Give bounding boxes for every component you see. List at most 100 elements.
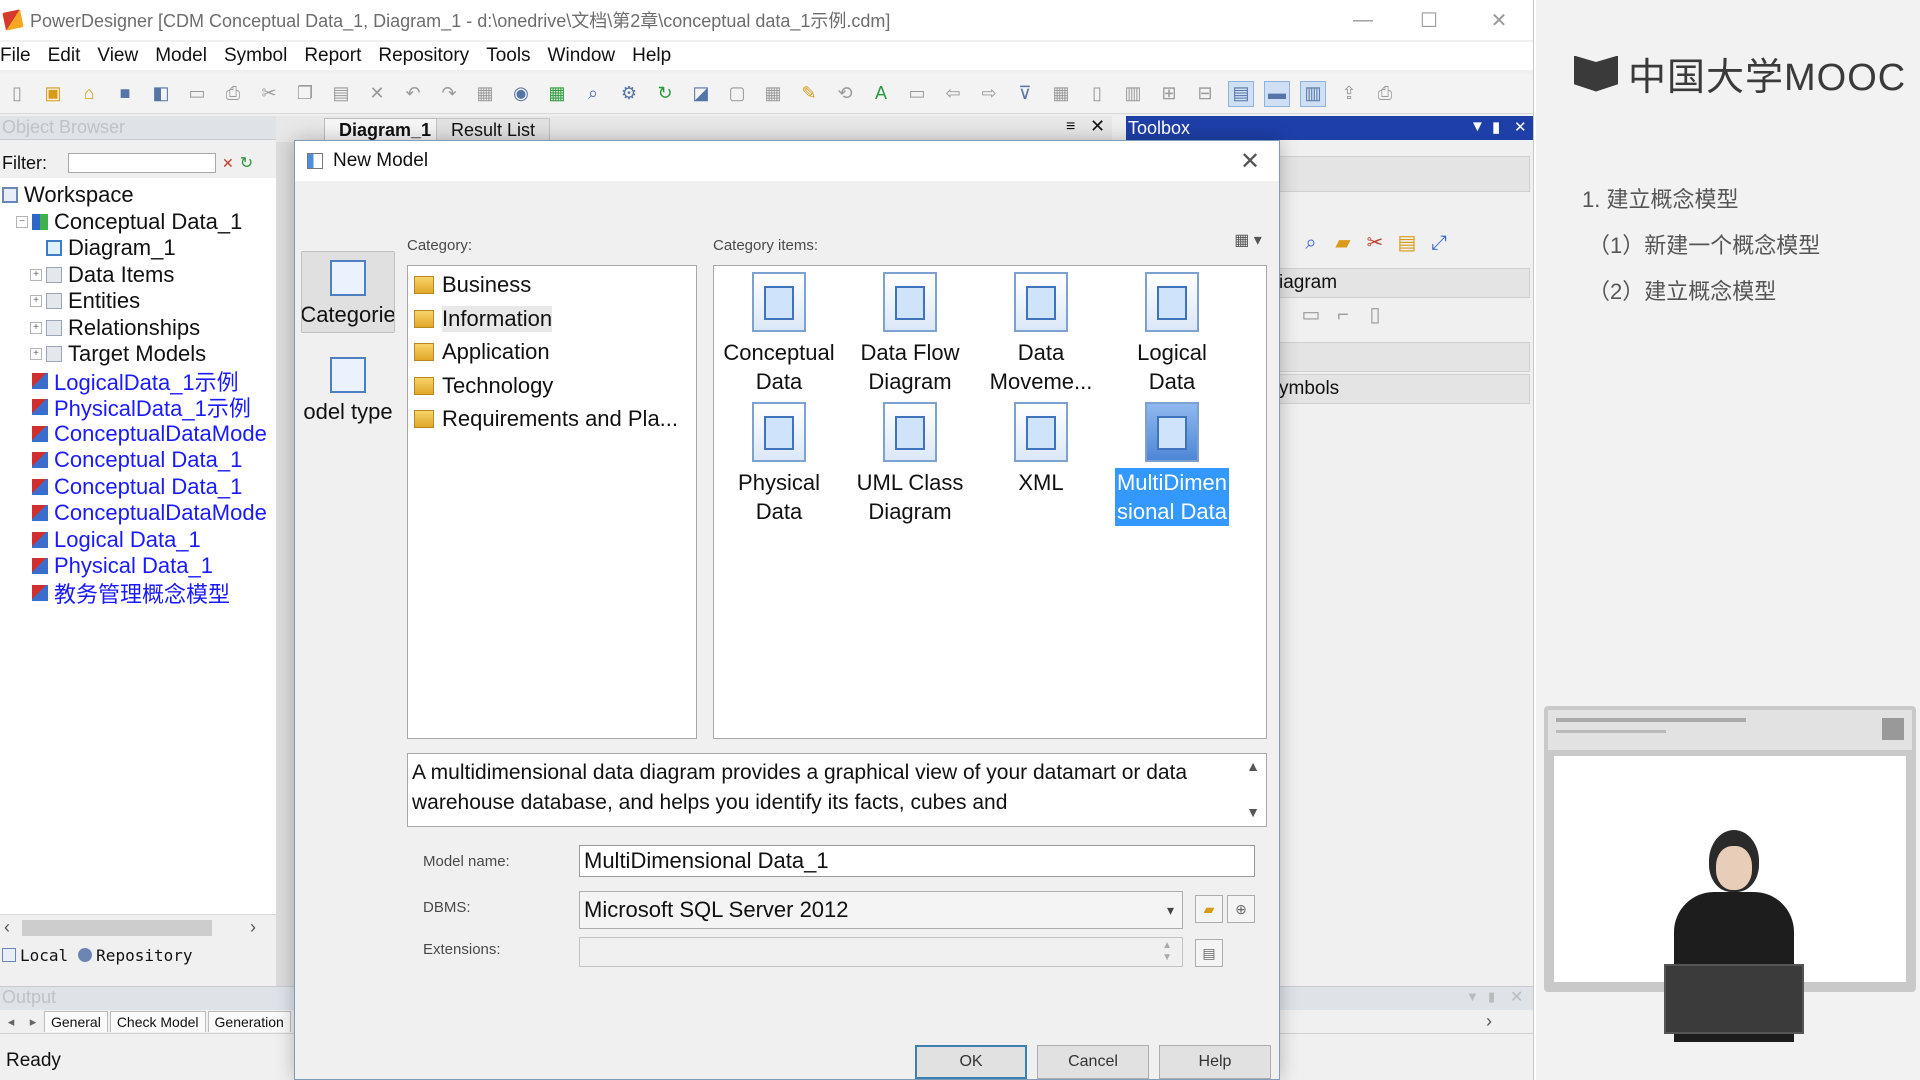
- model-type-item[interactable]: XML: [978, 402, 1104, 532]
- dbms-select[interactable]: Microsoft SQL Server 2012 ▾: [579, 891, 1183, 929]
- dialog-close-icon[interactable]: ✕: [1235, 147, 1265, 175]
- tree-item[interactable]: + Relationships: [30, 313, 200, 343]
- browse-icon[interactable]: ◉: [508, 81, 534, 107]
- toolbox-toggle-icon[interactable]: ▥: [1300, 80, 1326, 107]
- cut-tool-icon[interactable]: ✂: [1364, 232, 1386, 254]
- minimize-button[interactable]: —: [1340, 6, 1386, 34]
- dbms-properties-icon[interactable]: ⊕: [1227, 895, 1255, 923]
- tab-check-model[interactable]: Check Model: [109, 1011, 206, 1032]
- tab-repository[interactable]: Repository: [96, 946, 192, 965]
- lecture-video[interactable]: [1544, 706, 1916, 1042]
- refresh-icon[interactable]: ↻: [652, 81, 678, 107]
- category-item[interactable]: Requirements and Pla...: [414, 404, 678, 434]
- extensions-select-icon[interactable]: ▤: [1195, 939, 1223, 967]
- output-toggle-icon[interactable]: ▬: [1264, 80, 1290, 107]
- zoom-icon[interactable]: ⌕: [1300, 232, 1322, 254]
- model-type-item[interactable]: MultiDimen sional Data: [1109, 402, 1235, 532]
- link-icon[interactable]: ⤢: [1428, 232, 1450, 254]
- collapse-icon[interactable]: −: [16, 215, 28, 228]
- tree-item[interactable]: ConceptualDataMode: [16, 498, 267, 528]
- report-icon[interactable]: ◪: [688, 81, 714, 107]
- package-icon[interactable]: ▢: [724, 81, 750, 107]
- help-button[interactable]: Help: [1159, 1045, 1271, 1079]
- print-setup-icon[interactable]: ⎙: [1372, 81, 1398, 107]
- columns-icon[interactable]: ▥: [1120, 81, 1146, 107]
- toolbox-close-icon[interactable]: ✕: [1514, 118, 1527, 136]
- model-type-item[interactable]: Conceptual Data: [716, 272, 842, 402]
- export-icon[interactable]: ⇪: [1336, 81, 1362, 107]
- clipboard-tool-icon[interactable]: ▯: [1364, 304, 1386, 326]
- tree-item[interactable]: Workspace: [2, 180, 134, 210]
- menu-file[interactable]: File: [0, 45, 40, 67]
- menu-edit[interactable]: Edit: [48, 45, 90, 67]
- tree-item[interactable]: − Conceptual Data_1: [16, 207, 242, 237]
- brush-icon[interactable]: ✎: [796, 81, 822, 107]
- tree-horizontal-scrollbar[interactable]: ‹ ›: [0, 914, 276, 940]
- tab-general[interactable]: General: [44, 1011, 108, 1032]
- paste-icon[interactable]: ▤: [328, 81, 354, 107]
- maximize-button[interactable]: ☐: [1406, 6, 1452, 34]
- filter-icon[interactable]: ⊽: [1012, 81, 1038, 107]
- model-type-item[interactable]: Physical Data: [716, 402, 842, 532]
- menu-report[interactable]: Report: [304, 45, 370, 67]
- copy-icon[interactable]: ❐: [292, 81, 318, 107]
- menu-model[interactable]: Model: [155, 45, 216, 67]
- clear-filter-icon[interactable]: ✕: [222, 155, 234, 172]
- description-scroll-down-icon[interactable]: ▼: [1246, 804, 1260, 820]
- refresh-filter-icon[interactable]: ↻: [240, 153, 253, 173]
- expand-icon[interactable]: +: [30, 295, 42, 307]
- menu-help[interactable]: Help: [632, 45, 680, 67]
- check-model-icon[interactable]: ▦: [544, 81, 570, 107]
- toolbox-pin-icon[interactable]: ▮: [1492, 118, 1500, 136]
- tree-item[interactable]: + Data Items: [30, 260, 174, 290]
- grid-icon[interactable]: ▦: [760, 81, 786, 107]
- align-icon[interactable]: ▭: [904, 81, 930, 107]
- tab-generation[interactable]: Generation: [207, 1011, 291, 1032]
- category-item[interactable]: Business: [414, 270, 531, 300]
- browser-toggle-icon[interactable]: ▤: [1228, 80, 1254, 107]
- model-type-item[interactable]: UML Class Diagram: [847, 402, 973, 532]
- category-item[interactable]: Technology: [414, 371, 553, 401]
- redo-icon[interactable]: ↷: [436, 81, 462, 107]
- model-name-input[interactable]: MultiDimensional Data_1: [579, 845, 1255, 877]
- view-mode-dropdown[interactable]: ▦ ▾: [1229, 229, 1267, 251]
- menu-window[interactable]: Window: [548, 45, 625, 67]
- ok-button[interactable]: OK: [915, 1045, 1027, 1079]
- category-item[interactable]: Application: [414, 337, 550, 367]
- tree-item[interactable]: 教务管理概念模型: [16, 578, 230, 608]
- print-preview-icon[interactable]: ▭: [184, 81, 210, 107]
- tab-result-list[interactable]: Result List: [436, 118, 551, 142]
- layout-icon[interactable]: ▦: [1048, 81, 1074, 107]
- category-item[interactable]: Information: [414, 304, 553, 334]
- extensions-spin-icon[interactable]: ▲ ▼: [1162, 940, 1172, 964]
- new-icon[interactable]: ▯: [4, 81, 30, 107]
- tree-item[interactable]: Conceptual Data_1: [16, 472, 242, 502]
- properties-icon[interactable]: ▦: [472, 81, 498, 107]
- relationship-tool-icon[interactable]: ⌐: [1332, 304, 1354, 326]
- print-icon[interactable]: ⎙: [220, 81, 246, 107]
- save-all-icon[interactable]: ◧: [148, 81, 174, 107]
- model-type-item[interactable]: Data Flow Diagram: [847, 272, 973, 402]
- tree-item[interactable]: Logical Data_1: [16, 525, 201, 555]
- scroll-left-icon[interactable]: ‹: [4, 917, 10, 938]
- cut-icon[interactable]: ✂: [256, 81, 282, 107]
- delete-icon[interactable]: ✕: [364, 81, 390, 107]
- zoom-out-icon[interactable]: ⊟: [1192, 81, 1218, 107]
- output-menu-icon[interactable]: ▼: [1466, 989, 1479, 1004]
- expand-icon[interactable]: +: [30, 321, 42, 334]
- note-icon[interactable]: ▤: [1396, 232, 1418, 254]
- page-icon[interactable]: ▯: [1084, 81, 1110, 107]
- zoom-in-icon[interactable]: ⊞: [1156, 81, 1182, 107]
- close-tab-icon[interactable]: ✕: [1090, 116, 1105, 137]
- output-close-icon[interactable]: ✕: [1510, 987, 1523, 1007]
- impact-icon[interactable]: ⚙: [616, 81, 642, 107]
- model-types-button[interactable]: odel type: [301, 347, 395, 429]
- close-window-button[interactable]: ✕: [1476, 6, 1522, 34]
- output-scroll-right-icon[interactable]: ›: [1486, 1011, 1492, 1032]
- tree-item[interactable]: PhysicalData_1示例: [16, 392, 251, 422]
- open-package-icon[interactable]: ▰: [1332, 232, 1354, 254]
- tree-item[interactable]: + Entities: [30, 286, 140, 316]
- model-type-item[interactable]: Logical Data: [1109, 272, 1235, 402]
- scroll-right-icon[interactable]: ›: [250, 917, 256, 938]
- expand-icon[interactable]: +: [30, 268, 42, 281]
